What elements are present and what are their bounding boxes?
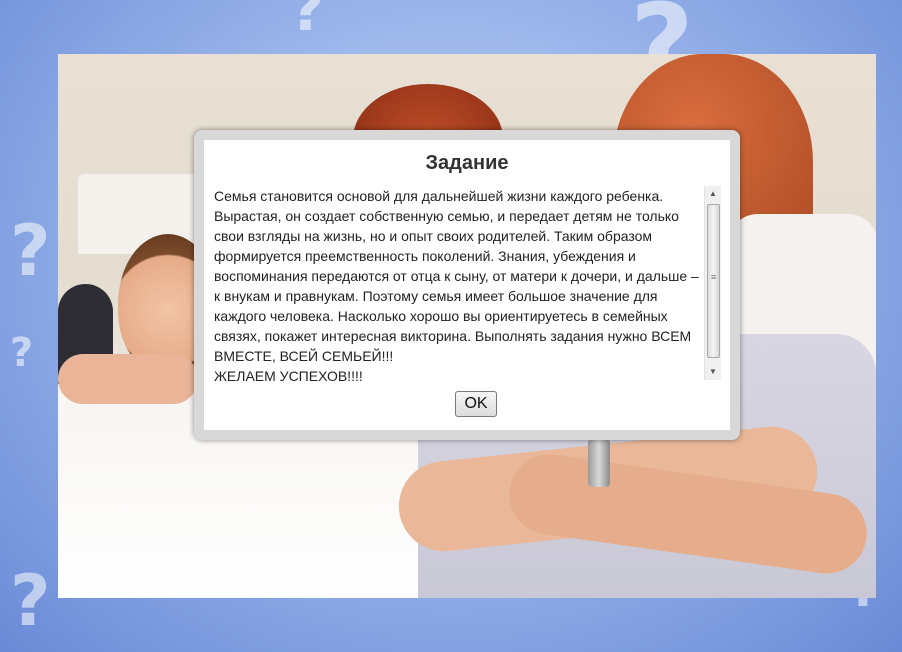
wristwatch	[588, 439, 610, 487]
grip-icon: ≡	[710, 272, 717, 282]
question-mark-decoration: ?	[10, 560, 51, 642]
dialog-text-last-line: ЖЕЛАЕМ УСПЕХОВ!!!!	[214, 368, 363, 384]
dialog-title: Задание	[425, 152, 509, 174]
dialog-text: Семья становится основой для дальнейшей …	[214, 188, 699, 364]
dialog-content: Задание Семья становится основой для дал…	[204, 140, 730, 430]
question-mark-decoration: ?	[10, 330, 34, 376]
question-mark-decoration: ?	[290, 0, 325, 45]
dialog-text-area[interactable]: Семья становится основой для дальнейшей …	[214, 186, 704, 384]
boy-arm	[58, 354, 198, 404]
text-scrollbar[interactable]: ▲ ≡ ▼	[704, 186, 721, 380]
task-dialog: Задание Семья становится основой для дал…	[194, 130, 740, 440]
scroll-up-arrow-icon[interactable]: ▲	[705, 186, 721, 202]
question-mark-decoration: ?	[10, 210, 51, 292]
ok-button[interactable]: OK	[455, 391, 497, 417]
scroll-thumb[interactable]: ≡	[707, 204, 720, 358]
scroll-down-arrow-icon[interactable]: ▼	[705, 364, 721, 380]
